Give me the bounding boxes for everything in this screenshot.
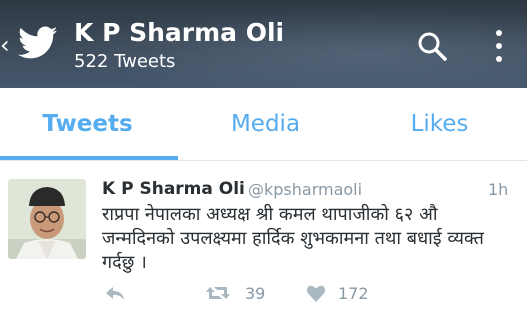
profile-title: K P Sharma Oli	[74, 18, 285, 47]
tweet-author-handle[interactable]: @kpsharmaoli	[248, 180, 362, 199]
back-icon[interactable]: ‹	[0, 32, 12, 58]
active-tab-indicator	[0, 156, 178, 160]
avatar[interactable]	[8, 179, 86, 259]
tweet-item[interactable]: K P Sharma Oli @kpsharmaoli 1h राप्रपा न…	[0, 161, 527, 328]
twitter-bird-icon	[18, 26, 58, 59]
tab-media[interactable]: Media	[178, 88, 353, 160]
tab-likes[interactable]: Likes	[352, 88, 527, 160]
tweet-author-name[interactable]: K P Sharma Oli	[102, 179, 245, 199]
tweet-count: 522 Tweets	[74, 51, 176, 72]
heart-icon[interactable]	[306, 281, 326, 305]
retweet-count: 39	[245, 284, 266, 303]
tweet-text: राप्रपा नेपालका अध्यक्ष श्री कमल थापाजीक…	[102, 204, 484, 273]
more-vertical-icon[interactable]	[491, 26, 507, 66]
retweet-icon[interactable]	[204, 281, 232, 305]
search-icon[interactable]	[416, 30, 448, 62]
like-count: 172	[338, 284, 369, 303]
tab-tweets[interactable]: Tweets	[0, 88, 175, 160]
reply-icon[interactable]	[104, 281, 126, 305]
tweet-timestamp: 1h	[488, 180, 509, 199]
profile-header: ‹ K P Sharma Oli 522 Tweets	[0, 0, 527, 88]
profile-tabs: Tweets Media Likes	[0, 88, 527, 161]
